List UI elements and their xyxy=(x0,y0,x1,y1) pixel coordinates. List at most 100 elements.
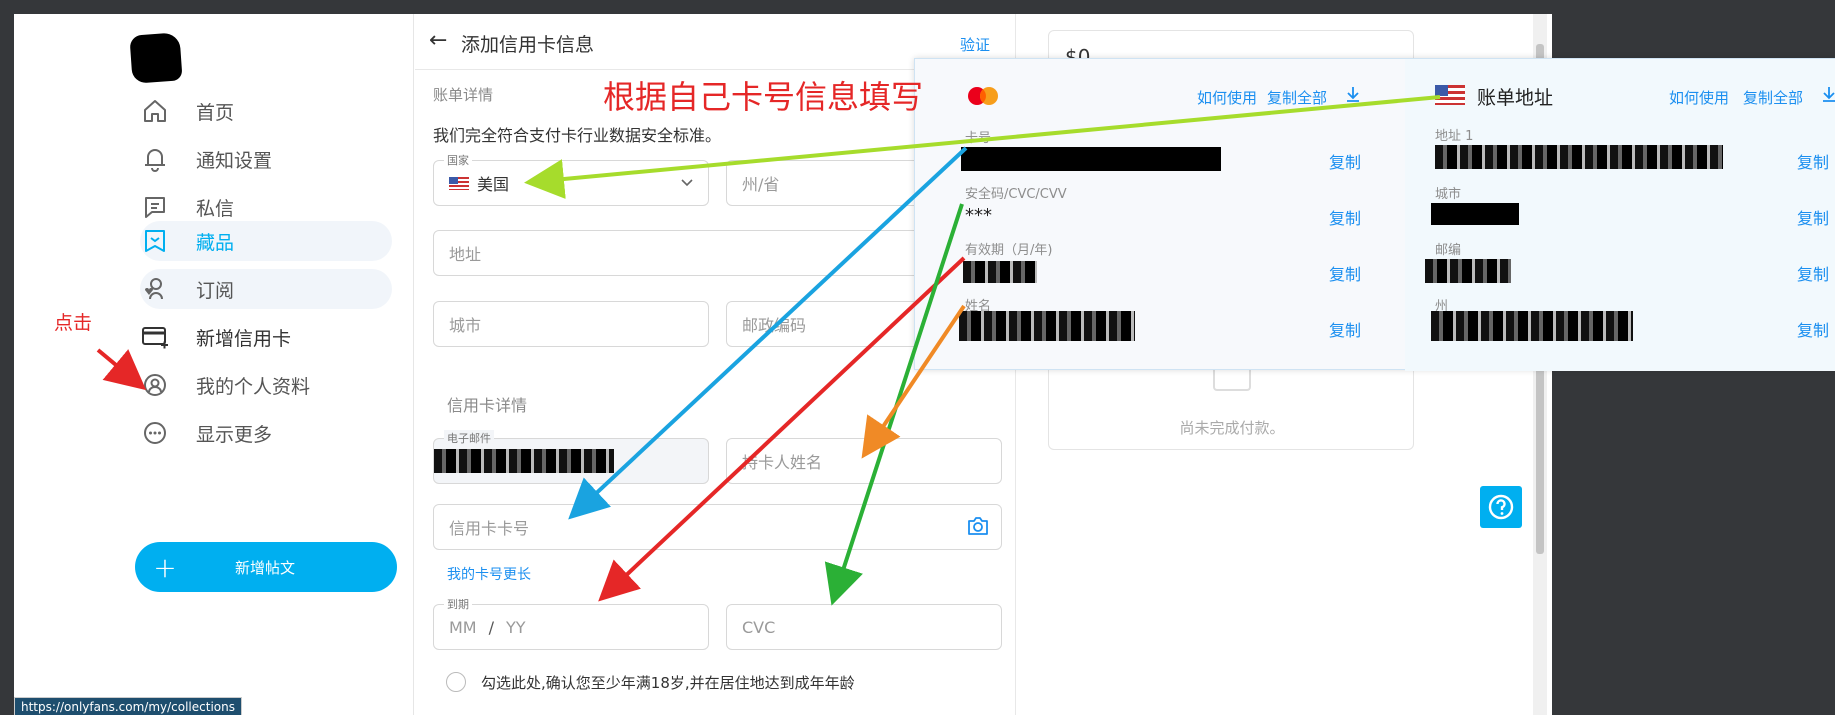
sidebar: 首页 通知设置 私信 藏品 订阅 新增信用卡 我的个人资料 显示更多 + 新增帖… xyxy=(14,14,414,715)
redacted-address xyxy=(1435,145,1723,169)
expiry-label: 有效期（月/年) xyxy=(965,243,1053,258)
copy-all-link[interactable]: 复制全部 xyxy=(1267,87,1327,108)
cardholder-placeholder: 持卡人姓名 xyxy=(742,453,823,472)
verify-link[interactable]: 验证 xyxy=(960,34,990,55)
billing-address-panel: 账单地址 如何使用 复制全部 地址 1 复制 城市 复制 邮编 复制 州 复制 xyxy=(1405,59,1835,371)
avatar[interactable] xyxy=(129,32,183,84)
copy-state-button[interactable]: 复制 xyxy=(1797,317,1829,341)
cvv-label: 安全码/CVC/CVV xyxy=(965,187,1067,202)
billing-copy-all-link[interactable]: 复制全部 xyxy=(1743,87,1803,108)
card-info-popup: 如何使用 复制全部 卡号 复制 安全码/CVC/CVV *** 复制 有效期（月… xyxy=(914,58,1835,371)
redacted-zip xyxy=(1425,259,1511,283)
collections-icon xyxy=(140,226,170,256)
sidebar-item-collections[interactable]: 藏品 xyxy=(140,221,234,261)
profile-icon xyxy=(140,370,170,400)
city-input[interactable]: 城市 xyxy=(433,301,709,347)
page-title: 添加信用卡信息 xyxy=(461,34,595,56)
city-label: 城市 xyxy=(1435,187,1462,202)
click-hint-annotation: 点击 xyxy=(54,312,93,334)
card-section-title: 信用卡详情 xyxy=(447,396,528,415)
plus-icon: + xyxy=(153,550,177,584)
new-post-button[interactable]: + 新增帖文 xyxy=(135,542,397,592)
sidebar-item-label: 通知设置 xyxy=(196,149,273,172)
message-icon xyxy=(140,192,170,222)
cvv-value: *** xyxy=(965,205,992,226)
redacted-name xyxy=(959,311,1135,341)
billing-section-title: 账单详情 xyxy=(433,86,494,104)
state-placeholder: 州/省 xyxy=(742,175,780,194)
sidebar-item-label: 显示更多 xyxy=(196,423,273,446)
help-icon xyxy=(1488,494,1514,520)
home-icon xyxy=(140,96,170,126)
subscriptions-icon xyxy=(140,274,170,304)
copy-zip-button[interactable]: 复制 xyxy=(1797,261,1829,285)
country-select[interactable]: 国家 美国 xyxy=(433,152,709,206)
sidebar-item-subscriptions[interactable]: 订阅 xyxy=(140,269,234,309)
more-icon xyxy=(140,418,170,448)
fill-hint-annotation: 根据自己卡号信息填写 xyxy=(603,78,924,116)
redacted-expiry xyxy=(963,261,1037,283)
payment-status: 尚未完成付款。 xyxy=(1179,419,1285,437)
cardholder-name-input[interactable]: 持卡人姓名 xyxy=(726,438,1002,484)
new-post-label: 新增帖文 xyxy=(235,558,296,577)
sidebar-item-notifications[interactable]: 通知设置 xyxy=(140,139,272,179)
back-arrow-icon[interactable]: ← xyxy=(429,28,447,53)
cvc-placeholder: CVC xyxy=(742,617,776,637)
address-label: 地址 1 xyxy=(1435,129,1474,144)
age-confirm-label: 勾选此处,确认您至少年满18岁,并在居住地达到成年年龄 xyxy=(481,674,855,692)
expiry-separator: / xyxy=(488,617,494,637)
sidebar-item-home[interactable]: 首页 xyxy=(140,91,234,131)
copy-city-button[interactable]: 复制 xyxy=(1797,205,1829,229)
redacted-card-number xyxy=(961,147,1221,171)
address-placeholder: 地址 xyxy=(449,245,482,264)
email-field[interactable]: 电子邮件 xyxy=(433,430,709,484)
city-placeholder: 城市 xyxy=(449,316,482,335)
chevron-down-icon xyxy=(680,174,694,193)
expiry-input[interactable]: 到期 MM / YY xyxy=(433,596,709,650)
sidebar-item-add-card[interactable]: 新增信用卡 xyxy=(140,317,291,357)
copy-name-button[interactable]: 复制 xyxy=(1329,317,1361,341)
card-number-label: 卡号 xyxy=(965,131,992,146)
us-flag-icon xyxy=(449,176,469,190)
copy-address-button[interactable]: 复制 xyxy=(1797,149,1829,173)
download-icon[interactable] xyxy=(1345,85,1361,107)
expiry-month-placeholder: MM xyxy=(449,617,477,637)
sidebar-item-label: 藏品 xyxy=(196,231,235,254)
us-flag-icon xyxy=(1435,85,1465,105)
country-label: 国家 xyxy=(444,152,472,168)
country-value: 美国 xyxy=(477,175,510,194)
sidebar-item-profile[interactable]: 我的个人资料 xyxy=(140,365,310,405)
sidebar-item-label: 私信 xyxy=(196,197,235,220)
copy-cvv-button[interactable]: 复制 xyxy=(1329,205,1361,229)
redacted-city xyxy=(1431,203,1519,225)
pci-notice: 我们完全符合支付卡行业数据安全标准。 xyxy=(433,126,722,145)
expiry-label: 到期 xyxy=(444,596,472,612)
help-button[interactable] xyxy=(1480,486,1522,528)
download-icon[interactable] xyxy=(1821,85,1835,107)
copy-card-number-button[interactable]: 复制 xyxy=(1329,149,1361,173)
billing-address-title: 账单地址 xyxy=(1477,87,1554,109)
card-details-panel: 如何使用 复制全部 卡号 复制 安全码/CVC/CVV *** 复制 有效期（月… xyxy=(915,59,1405,371)
sidebar-item-label: 新增信用卡 xyxy=(196,327,292,350)
zip-placeholder: 邮政编码 xyxy=(742,316,807,335)
cvc-input[interactable]: CVC xyxy=(726,604,1002,650)
card-number-input[interactable]: 信用卡卡号 xyxy=(433,504,1002,550)
card-number-placeholder: 信用卡卡号 xyxy=(449,519,530,538)
email-label: 电子邮件 xyxy=(444,430,494,446)
sidebar-item-label: 首页 xyxy=(196,101,235,124)
redacted-state xyxy=(1431,311,1633,341)
longer-card-number-link[interactable]: 我的卡号更长 xyxy=(447,564,531,584)
expiry-year-placeholder: YY xyxy=(506,617,526,637)
sidebar-item-label: 订阅 xyxy=(196,279,235,302)
zip-label: 邮编 xyxy=(1435,243,1462,258)
how-to-use-link[interactable]: 如何使用 xyxy=(1197,87,1257,108)
age-confirm-radio[interactable] xyxy=(446,672,466,692)
mastercard-icon xyxy=(965,84,1001,112)
redacted-email xyxy=(434,449,614,473)
status-url-tooltip: https://onlyfans.com/my/collections xyxy=(14,697,242,715)
bell-icon xyxy=(140,144,170,174)
sidebar-item-more[interactable]: 显示更多 xyxy=(140,413,272,453)
billing-how-to-use-link[interactable]: 如何使用 xyxy=(1669,87,1729,108)
copy-expiry-button[interactable]: 复制 xyxy=(1329,261,1361,285)
camera-icon[interactable] xyxy=(967,516,989,540)
